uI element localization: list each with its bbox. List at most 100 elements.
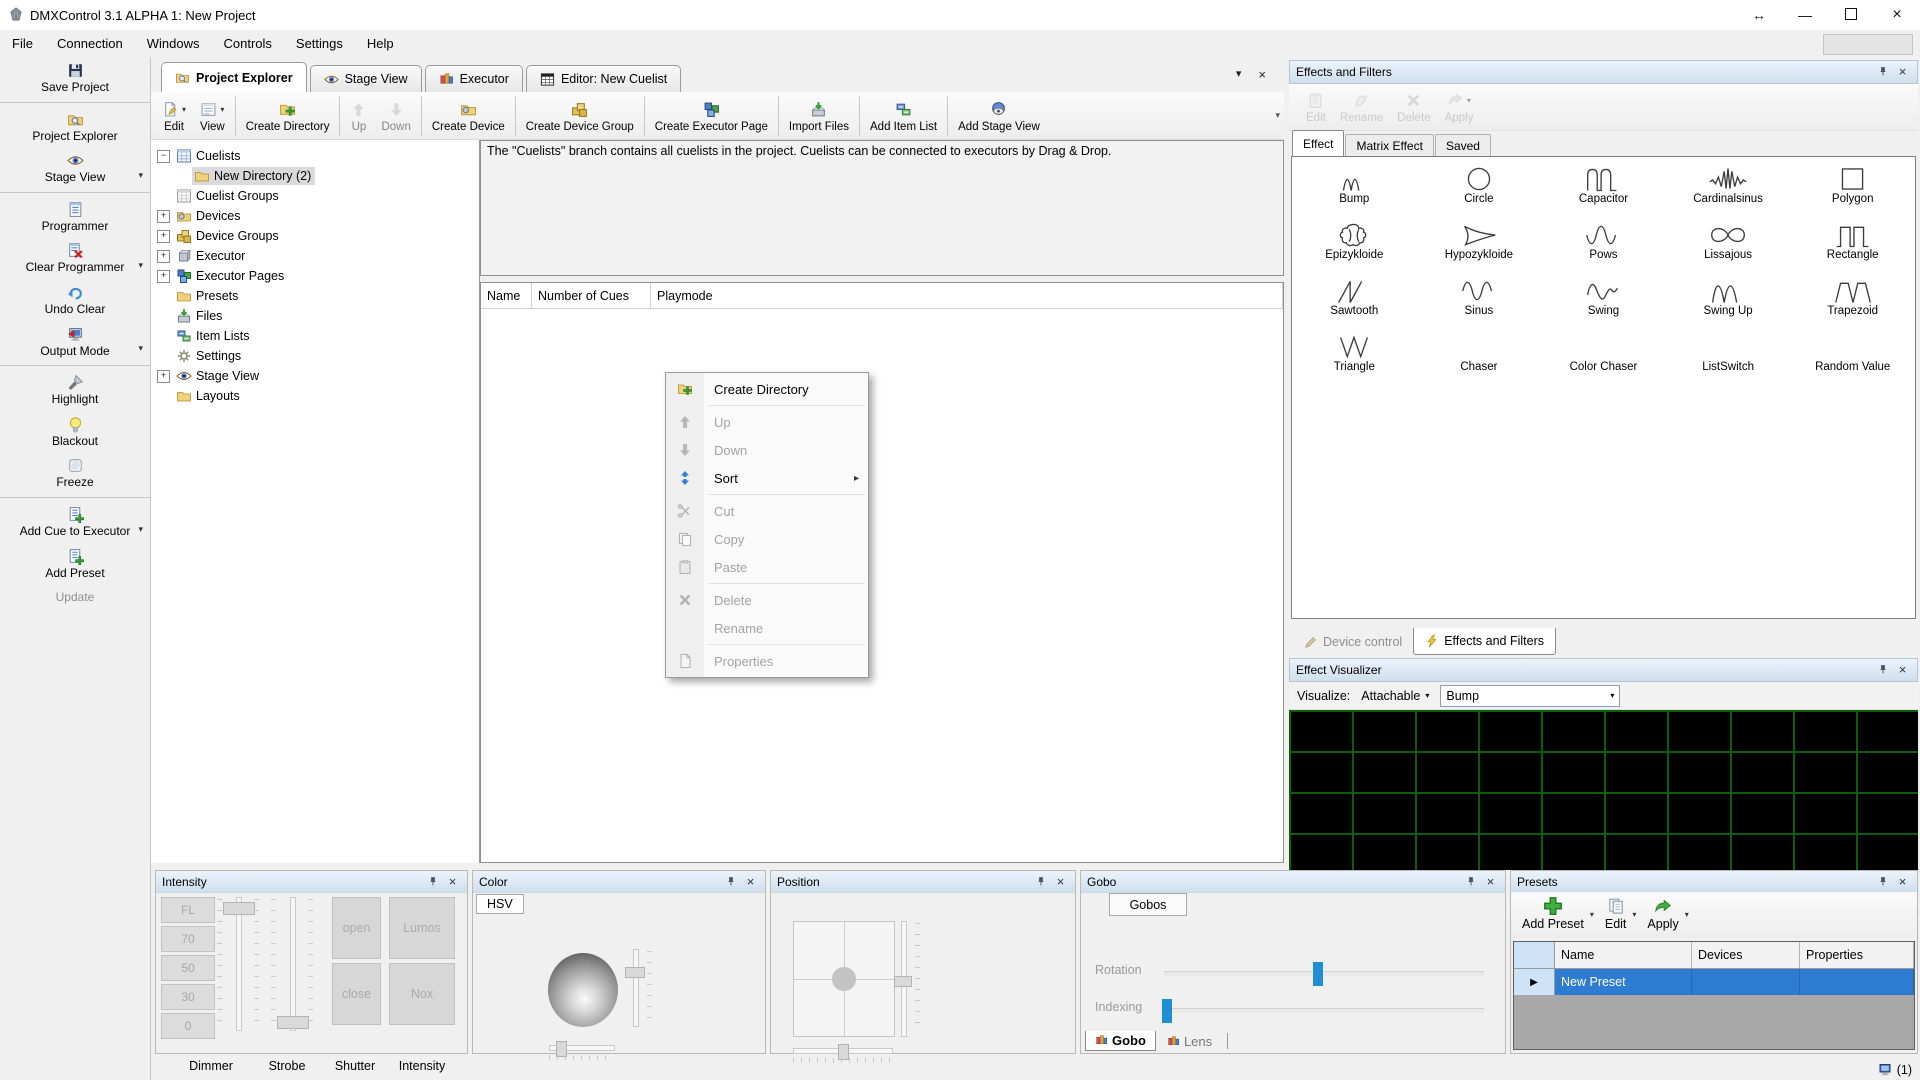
effect-rectangle[interactable]: Rectangle (1790, 221, 1915, 277)
effect-triangle[interactable]: Triangle (1292, 333, 1417, 389)
tree-item-files[interactable]: Files (157, 306, 479, 326)
dimmer-slider-thumb[interactable] (223, 902, 255, 915)
effect-listswitch[interactable]: ListSwitch (1666, 333, 1791, 389)
pin-icon[interactable] (1877, 66, 1894, 78)
tab-gobo[interactable]: Gobo (1085, 1031, 1156, 1051)
sidebar-item-output-mode[interactable]: Output Mode▾ (0, 321, 150, 363)
strobe-slider-thumb[interactable] (277, 1016, 309, 1029)
dropdown-caret-icon[interactable]: ▾ (138, 524, 143, 535)
sidebar-item-add-preset[interactable]: Add Preset (0, 543, 150, 585)
tree-item-executor[interactable]: +Executor (157, 246, 479, 266)
rotation-slider-thumb[interactable] (1313, 962, 1323, 986)
expander-plus-icon[interactable]: + (157, 270, 170, 283)
color-wheel[interactable] (548, 953, 618, 1027)
visualize-mode-dropdown[interactable]: Attachable ▾ (1358, 687, 1432, 705)
effect-trapezoid[interactable]: Trapezoid (1790, 277, 1915, 333)
pan-slider[interactable] (793, 1048, 893, 1054)
cuelist-table-body[interactable] (481, 309, 1283, 862)
tab-close-icon[interactable]: × (1258, 67, 1266, 82)
dropdown-caret-icon[interactable]: ▾ (1632, 910, 1636, 919)
sidebar-item-stage-view[interactable]: Stage View▾ (0, 147, 150, 189)
expander-plus-icon[interactable]: + (157, 250, 170, 263)
pin-icon[interactable] (725, 876, 742, 888)
tree-item-settings[interactable]: Settings (157, 346, 479, 366)
context-menu-sort[interactable]: Sort▸ (666, 464, 868, 492)
sidebar-item-add-cue-to-executor[interactable]: Add Cue to Executor▾ (0, 501, 150, 543)
effect-lissajous[interactable]: Lissajous (1666, 221, 1791, 277)
column-header-devices[interactable]: Devices (1692, 942, 1800, 968)
expander-plus-icon[interactable]: + (157, 370, 170, 383)
toolbar-edit[interactable]: ▾Edit (155, 98, 193, 134)
tree-item-stage-view[interactable]: +Stage View (157, 366, 479, 386)
intensity-button-30[interactable]: 30 (161, 984, 215, 1010)
effect-swing-up[interactable]: Swing Up (1666, 277, 1791, 333)
intensity-button-50[interactable]: 50 (161, 955, 215, 981)
preset-row[interactable]: ▶New Preset (1514, 969, 1914, 995)
column-header-name[interactable]: Name (481, 283, 532, 308)
pin-icon[interactable] (1877, 664, 1894, 676)
column-header-properties[interactable]: Properties (1800, 942, 1914, 968)
menu-settings[interactable]: Settings (284, 31, 355, 56)
pin-icon[interactable] (427, 876, 444, 888)
column-header-name[interactable]: Name (1555, 942, 1692, 968)
dropdown-caret-icon[interactable]: ▾ (138, 260, 143, 271)
color-hue-slider[interactable] (549, 1045, 615, 1051)
expander-plus-icon[interactable]: + (157, 210, 170, 223)
dock-tab-device-control[interactable]: Device control (1293, 628, 1413, 655)
toolbar-add-stage-view[interactable]: Add Stage View (951, 98, 1047, 134)
maximize-button[interactable] (1828, 7, 1874, 23)
effect-circle[interactable]: Circle (1417, 165, 1542, 221)
menu-windows[interactable]: Windows (135, 31, 212, 56)
menu-controls[interactable]: Controls (211, 31, 283, 56)
toolbar-create-directory[interactable]: Create Directory (239, 98, 337, 134)
tab-list-dropdown-icon[interactable]: ▾ (1236, 67, 1242, 82)
toolbar-create-device[interactable]: Create Device (425, 98, 512, 134)
sidebar-item-clear-programmer[interactable]: Clear Programmer▾ (0, 237, 150, 279)
sidebar-item-save-project[interactable]: Save Project (0, 57, 150, 99)
intensity-button-0[interactable]: 0 (161, 1013, 215, 1039)
tilt-slider[interactable] (895, 921, 925, 1035)
tree-item-layouts[interactable]: Layouts (157, 386, 479, 406)
pin-icon[interactable] (1877, 876, 1894, 888)
tab-project-explorer[interactable]: Project Explorer (161, 62, 307, 92)
pan-tilt-pad[interactable] (793, 921, 895, 1037)
tab-hsv[interactable]: HSV (476, 894, 524, 914)
tree-item-cuelists[interactable]: −Cuelists (157, 146, 479, 166)
tab-effect[interactable]: Effect (1292, 130, 1344, 156)
tab-editor-new-cuelist[interactable]: Editor: New Cuelist (526, 65, 681, 92)
menu-connection[interactable]: Connection (45, 31, 135, 56)
menu-file[interactable]: File (0, 31, 45, 56)
tree-item-item-lists[interactable]: Item Lists (157, 326, 479, 346)
sidebar-item-undo-clear[interactable]: Undo Clear (0, 279, 150, 321)
color-value-slider-thumb[interactable] (625, 967, 645, 978)
effect-swing[interactable]: Swing (1541, 277, 1666, 333)
effect-sinus[interactable]: Sinus (1417, 277, 1542, 333)
dropdown-caret-icon[interactable]: ▾ (1685, 910, 1689, 919)
sidebar-item-freeze[interactable]: Freeze (0, 452, 150, 494)
expander-plus-icon[interactable]: + (157, 230, 170, 243)
effect-capacitor[interactable]: Capacitor (1541, 165, 1666, 221)
intensity-button-70[interactable]: 70 (161, 926, 215, 952)
column-header-playmode[interactable]: Playmode (651, 283, 1283, 308)
pan-tilt-handle[interactable] (832, 967, 856, 991)
menu-help[interactable]: Help (355, 31, 406, 56)
lamp-button-nox[interactable]: Nox (389, 963, 455, 1025)
effect-cardinalsinus[interactable]: Cardinalsinus (1666, 165, 1791, 221)
sidebar-item-blackout[interactable]: Blackout (0, 411, 150, 453)
effect-polygon[interactable]: Polygon (1790, 165, 1915, 221)
presets-edit[interactable]: Edit (1600, 894, 1632, 932)
close-button[interactable]: × (1874, 6, 1920, 24)
toolbar-create-device-group[interactable]: Create Device Group (519, 98, 641, 134)
effect-epizykloide[interactable]: Epizykloide (1292, 221, 1417, 277)
tree-item-presets[interactable]: Presets (157, 286, 479, 306)
tab-stage-view[interactable]: Stage View (310, 65, 422, 92)
effect-hypozykloide[interactable]: Hypozykloide (1417, 221, 1542, 277)
tree-item-new-directory-2[interactable]: New Directory (2) (157, 166, 479, 186)
toolbar-import-files[interactable]: Import Files (782, 98, 856, 134)
tree-item-cuelist-groups[interactable]: Cuelist Groups (157, 186, 479, 206)
dock-tab-effects-and-filters[interactable]: Effects and Filters (1413, 628, 1556, 655)
column-header-number-of-cues[interactable]: Number of Cues (532, 283, 651, 308)
shutter-button-close[interactable]: close (332, 963, 381, 1025)
tree-item-executor-pages[interactable]: +Executor Pages (157, 266, 479, 286)
sidebar-item-programmer[interactable]: Programmer (0, 196, 150, 238)
